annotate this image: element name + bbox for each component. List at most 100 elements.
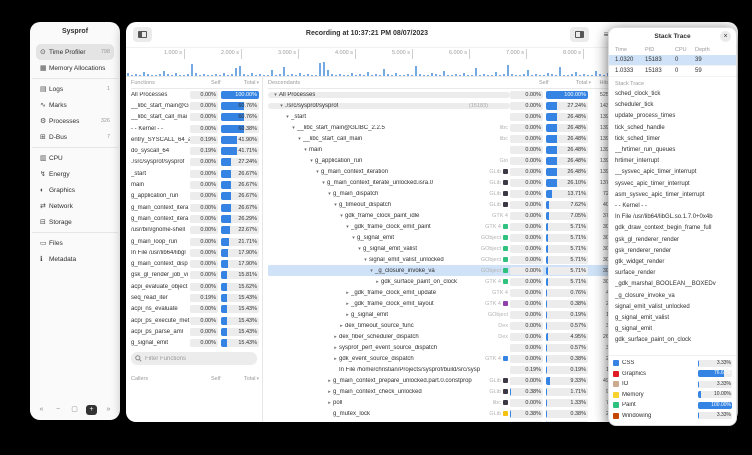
function-row[interactable]: - - Kernel - -0.00%60.38% [131, 123, 259, 134]
tree-row[interactable]: ▾g_timeout_dispatchGLib0.00%7.62%40 [268, 199, 609, 210]
sidebar-item-d-bus[interactable]: ⊞D-Bus7 [36, 129, 114, 145]
tree-row[interactable]: ▸g_main_context_check_unlockedGLib0.38%1… [268, 386, 609, 397]
function-row[interactable]: gsk_gl_render_job_vi0.00%15.81% [131, 270, 259, 281]
tree-row[interactable]: ▾g_main_dispatchGLib0.00%13.71%72 [268, 188, 609, 199]
desc-total-col[interactable]: Total [551, 80, 587, 86]
stack-frame[interactable]: g_signal_emit [615, 324, 736, 335]
sidebar-item-graphics[interactable]: ◐Graphics [36, 182, 114, 198]
callers-self-col[interactable]: Self [192, 376, 220, 382]
tree-row[interactable]: ▸dex_fiber_scheduler_dispatchDex0.00%4.9… [268, 331, 609, 342]
expander-closed-icon[interactable]: ▸ [338, 323, 345, 329]
sidebar-item-memory-allocations[interactable]: ▦Memory Allocations [36, 60, 114, 76]
tree-row[interactable]: ▾_g_closure_invoke_vaGObject0.00%5.71%30 [268, 265, 609, 276]
function-row[interactable]: g_main_context_disp0.00%17.90% [131, 258, 259, 269]
cpu-col[interactable]: CPU [675, 47, 695, 53]
tree-row[interactable]: In File /home/christian/Projects/sysprof… [268, 364, 609, 375]
stack-frame[interactable]: asm_sysvec_apic_timer_interrupt [615, 190, 736, 201]
sidebar-item-processes[interactable]: ⚙Processes326 [36, 113, 114, 129]
expander-open-icon[interactable]: ▾ [272, 92, 279, 98]
expander-closed-icon[interactable]: ▸ [278, 422, 285, 423]
depth-col[interactable]: Depth [695, 47, 719, 53]
desc-hits-col[interactable]: Hits [591, 80, 609, 86]
expander-open-icon[interactable]: ▾ [296, 136, 303, 142]
stack-frame[interactable]: sysvec_apic_timer_interrupt [615, 179, 736, 190]
tree-row[interactable]: ▾./src/sysprof/sysprof(15183)0.00%27.24%… [268, 100, 609, 111]
function-row[interactable]: acpi_ps_execute_met0.00%15.43% [131, 315, 259, 326]
expander-closed-icon[interactable]: ▸ [332, 345, 339, 351]
tree-row[interactable]: ▸dex_timeout_source_funcDex0.00%0.57%3 [268, 320, 609, 331]
function-row[interactable]: /usr/bin/gnome-shell0.00%22.67% [131, 225, 259, 236]
expander-open-icon[interactable]: ▾ [308, 158, 315, 164]
self-col[interactable]: Self [192, 80, 220, 86]
expander-open-icon[interactable]: ▾ [368, 268, 375, 274]
function-row[interactable]: g_signal_emit0.00%15.43% [131, 338, 259, 347]
function-row[interactable]: acpi_ps_parse_aml0.00%15.43% [131, 326, 259, 337]
tree-row[interactable]: ▸polllibc0.00%1.33%7 [268, 397, 609, 408]
sample-row[interactable]: 1.032015183039 [609, 55, 736, 66]
function-row[interactable]: All Processes0.00%100.00% [131, 89, 259, 100]
function-row[interactable]: entry_SYSCALL_64_a0.19%41.90% [131, 134, 259, 145]
seek-forward-button[interactable]: » [104, 405, 114, 415]
functions-col[interactable]: Functions [131, 80, 192, 86]
sample-row[interactable]: 1.033315183059 [609, 66, 736, 77]
function-row[interactable]: ./src/sysprof/sysprof0.00%27.24% [131, 157, 259, 168]
function-row[interactable]: seq_read_iter0.19%15.43% [131, 292, 259, 303]
expander-closed-icon[interactable]: ▸ [326, 389, 333, 395]
pid-col[interactable]: PID [645, 47, 675, 53]
stack-frame[interactable]: gdk_surface_paint_on_clock [615, 335, 736, 346]
expander-open-icon[interactable]: ▾ [356, 246, 363, 252]
tree-row[interactable]: ▾g_main_context_iterate_unlocked.isra.0G… [268, 177, 609, 188]
expander-open-icon[interactable]: ▾ [314, 169, 321, 175]
stack-frame[interactable]: gsk_renderer_render [615, 246, 736, 257]
tree-row[interactable]: ▾main0.00%26.48%139 [268, 144, 609, 155]
function-row[interactable]: __libc_start_call_mai0.00%60.76% [131, 112, 259, 123]
tree-row[interactable]: ▸g_main_context_prepare_unlocked.part.0.… [268, 375, 609, 386]
tree-row[interactable]: ▾_start0.00%26.48%139 [268, 111, 609, 122]
sidebar-item-files[interactable]: ▭Files [36, 235, 114, 251]
tree-row[interactable]: ▾_gdk_frame_clock_emit_paintGTK 40.00%5.… [268, 221, 609, 232]
sidebar-item-metadata[interactable]: ℹMetadata [36, 251, 114, 267]
function-row[interactable]: g_main_loop_run0.00%21.71% [131, 236, 259, 247]
function-row[interactable]: acpi_ns_evaluate0.00%15.43% [131, 304, 259, 315]
expander-closed-icon[interactable]: ▸ [344, 312, 351, 318]
zoom-out-button[interactable]: − [53, 405, 63, 415]
tree-row[interactable]: ▾__libc_start_main@GLIBC_2.2.5libc0.00%2… [268, 122, 609, 133]
tree-row[interactable]: ▸sysprof_perf_event_source_dispatch0.00%… [268, 342, 609, 353]
stack-frame[interactable]: g_signal_emit_valist [615, 313, 736, 324]
stack-frame[interactable]: gtk_widget_render [615, 257, 736, 268]
function-row[interactable]: main0.00%26.67% [131, 179, 259, 190]
expander-closed-icon[interactable]: ▸ [374, 279, 381, 285]
expander-closed-icon[interactable]: ▸ [326, 378, 333, 384]
tree-row[interactable]: ▾All Processes0.00%100.00%525 [268, 89, 609, 100]
stack-frame[interactable]: __hrtimer_run_queues [615, 145, 736, 156]
sidebar-item-storage[interactable]: ⊟Storage [36, 214, 114, 230]
tree-row[interactable]: ▸__GI___clone3libc0.00%0.38%2 [268, 419, 609, 422]
expander-closed-icon[interactable]: ▸ [326, 400, 333, 406]
time-col[interactable]: Time [615, 47, 645, 53]
tree-row[interactable]: ▸gdk_surface_paint_on_clockGTK 40.00%5.7… [268, 276, 609, 287]
function-row[interactable]: __libc_start_main@G0.00%60.76% [131, 100, 259, 111]
expander-closed-icon[interactable]: ▸ [332, 356, 339, 362]
zoom-reset-button[interactable]: ▢ [70, 405, 80, 415]
function-row[interactable]: g_application_run0.00%26.67% [131, 191, 259, 202]
stack-frame[interactable]: _gdk_marshal_BOOLEAN__BOXEDv [615, 279, 736, 290]
expander-open-icon[interactable]: ▾ [302, 147, 309, 153]
tree-row[interactable]: ▾g_signal_emit_valistGObject0.00%5.71%30 [268, 243, 609, 254]
stack-frame[interactable]: tick_sched_timer [615, 134, 736, 145]
expander-closed-icon[interactable]: ▸ [344, 290, 351, 296]
expander-open-icon[interactable]: ▾ [338, 213, 345, 219]
tree-row[interactable]: ▸_gdk_frame_clock_emit_layoutGTK 40.00%0… [268, 298, 609, 309]
tree-row[interactable]: ▸_gdk_frame_clock_emit_updateGTK 40.00%0… [268, 287, 609, 298]
tree-row[interactable]: ▸gdk_event_source_dispatchGTK 40.00%0.38… [268, 353, 609, 364]
stack-frame[interactable]: gdk_draw_context_begin_frame_full [615, 223, 736, 234]
total-col[interactable]: Total [223, 80, 255, 86]
stack-frame[interactable]: sched_clock_tick [615, 89, 736, 100]
expander-open-icon[interactable]: ▾ [284, 114, 291, 120]
function-row[interactable]: g_main_context_itera0.00%26.67% [131, 202, 259, 213]
stack-frame[interactable]: - - Kernel - - [615, 201, 736, 212]
close-icon[interactable]: × [720, 31, 731, 42]
toggle-right-panel-button[interactable] [570, 27, 589, 42]
stack-frame[interactable]: signal_emit_valist_unlocked [615, 302, 736, 313]
sidebar-item-energy[interactable]: ↯Energy [36, 166, 114, 182]
tree-row[interactable]: ▾g_signal_emitGObject0.00%5.71%30 [268, 232, 609, 243]
